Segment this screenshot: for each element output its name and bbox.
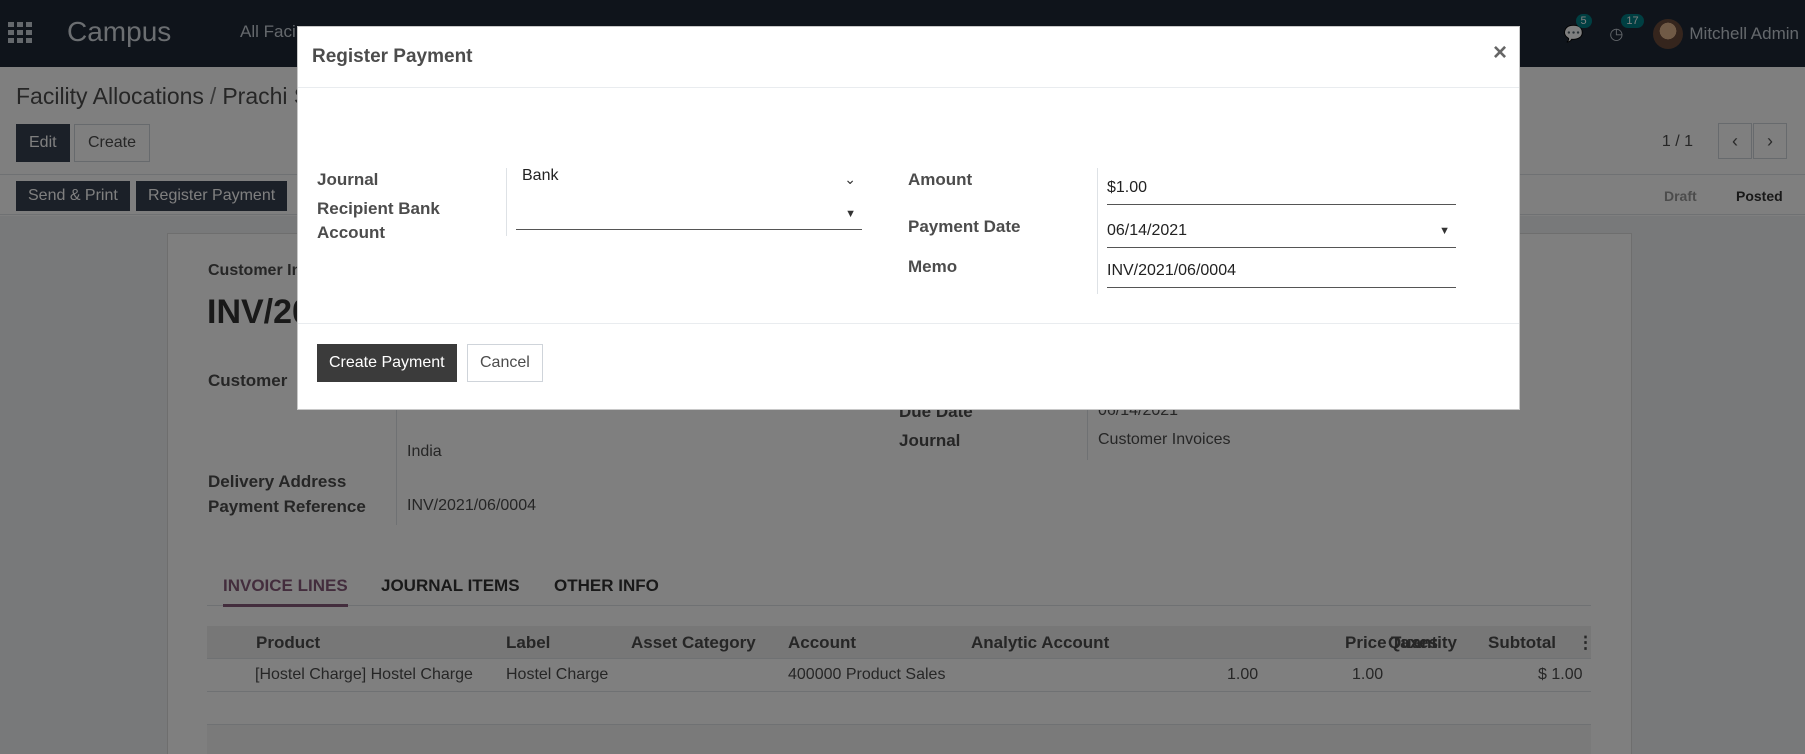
chevron-down-icon: ⌄ — [844, 171, 856, 187]
cancel-button[interactable]: Cancel — [467, 344, 543, 382]
payment-date-value: 06/14/2021 — [1107, 222, 1188, 239]
amount-label: Amount — [908, 170, 973, 189]
amount-field[interactable]: $1.00 — [1107, 172, 1456, 205]
field-separator — [506, 168, 507, 236]
recipient-bank-account-select[interactable]: ▼ — [516, 200, 862, 230]
memo-field[interactable]: INV/2021/06/0004 — [1107, 255, 1456, 288]
register-payment-dialog: Register Payment × Journal Recipient Ban… — [297, 26, 1520, 410]
payment-date-field[interactable]: 06/14/2021 ▼ — [1107, 215, 1456, 248]
journal-select-value: Bank — [522, 167, 559, 184]
modal-footer: Create Payment Cancel — [298, 324, 1519, 410]
modal-body: Journal Recipient Bank Account Bank ⌄ ▼ … — [298, 88, 1519, 324]
recipient-bank-account-label: Recipient Bank Account — [317, 199, 440, 242]
memo-label: Memo — [908, 257, 958, 276]
create-payment-button[interactable]: Create Payment — [317, 344, 457, 382]
modal-header: Register Payment × — [298, 27, 1519, 88]
payment-date-label: Payment Date — [908, 217, 1021, 236]
journal-select[interactable]: Bank ⌄ — [516, 165, 862, 193]
field-separator — [1097, 168, 1098, 294]
close-icon[interactable]: × — [1493, 39, 1507, 67]
caret-down-icon[interactable]: ▼ — [1439, 225, 1450, 237]
modal-title: Register Payment — [312, 46, 473, 67]
journal-label: Journal — [317, 170, 379, 189]
amount-value: $1.00 — [1107, 179, 1148, 196]
memo-value: INV/2021/06/0004 — [1107, 262, 1236, 279]
caret-down-icon: ▼ — [845, 208, 856, 220]
